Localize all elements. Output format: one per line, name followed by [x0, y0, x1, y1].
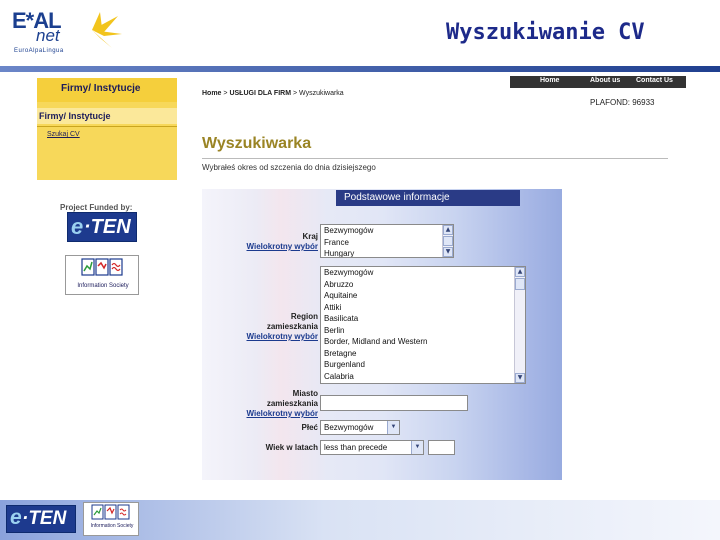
breadcrumb-separator: > — [292, 90, 298, 97]
sidebar-header: Firmy/ Instytucje — [37, 78, 177, 102]
sidebar-menu: Firmy/ Instytucje Szukaj CV — [37, 102, 177, 180]
chevron-down-icon[interactable]: ▼ — [387, 421, 399, 434]
list-item[interactable]: Bezwymogów — [321, 225, 453, 237]
sidebar-divider — [37, 126, 177, 127]
plec-label: Płeć — [301, 423, 318, 432]
breadcrumb-section[interactable]: USŁUGI DLA FIRM — [229, 90, 291, 97]
region-label-line2: zamieszkania — [266, 322, 318, 331]
information-society-icon — [81, 258, 123, 276]
nav-home[interactable]: Home — [540, 77, 559, 84]
list-item[interactable]: Border, Midland and Western — [321, 336, 525, 348]
miasto-label-line2: zamieszkania — [266, 399, 318, 408]
list-item[interactable]: Basilicata — [321, 313, 525, 325]
wiek-select-value: less than precede — [324, 443, 388, 452]
footer-eten-logo: e ·TEN — [6, 505, 76, 533]
breadcrumb-current: Wyszukiwarka — [299, 90, 344, 97]
list-item[interactable]: Burgenland — [321, 359, 525, 371]
list-item[interactable]: Aquitaine — [321, 290, 525, 302]
form-section-header: Podstawowe informacje — [336, 190, 520, 206]
scroll-down-icon[interactable]: ▼ — [515, 373, 525, 383]
sidebar-item-firmy[interactable]: Firmy/ Instytucje — [37, 108, 177, 124]
breadcrumb: Home > USŁUGI DLA FIRM > Wyszukiwarka — [202, 90, 344, 97]
miasto-multi-select-link[interactable]: Wielokrotny wybór — [222, 409, 319, 418]
funded-by-label: Project Funded by: — [60, 203, 133, 212]
chevron-down-icon[interactable]: ▼ — [411, 441, 423, 454]
scroll-thumb[interactable] — [443, 236, 453, 246]
scroll-thumb[interactable] — [515, 278, 525, 290]
top-navigation: Home About us Contact Us — [510, 76, 686, 88]
wiek-select[interactable]: less than precede ▼ — [320, 440, 424, 455]
sidebar-item-szukaj-cv[interactable]: Szukaj CV — [47, 131, 80, 138]
scroll-up-icon[interactable]: ▲ — [443, 225, 453, 235]
nav-about-us[interactable]: About us — [590, 77, 620, 84]
list-item[interactable]: Attiki — [321, 302, 525, 314]
list-item[interactable]: Hungary — [321, 248, 453, 257]
region-scrollbar[interactable]: ▲ ▼ — [514, 267, 525, 383]
eten-logo: e ·TEN — [67, 212, 137, 242]
eten-e-icon: e — [71, 214, 84, 239]
kraj-scrollbar[interactable]: ▲ ▼ — [442, 225, 453, 257]
footer-information-society-logo: Information Society — [83, 502, 139, 536]
nav-contact-us[interactable]: Contact Us — [636, 77, 673, 84]
list-item[interactable]: Berlin — [321, 325, 525, 337]
region-multi-select-link[interactable]: Wielokrotny wybór — [222, 332, 319, 341]
miasto-input[interactable] — [320, 395, 468, 411]
breadcrumb-home[interactable]: Home — [202, 90, 221, 97]
list-item[interactable]: Bezwymogów — [321, 267, 525, 279]
wiek-input[interactable] — [428, 440, 455, 455]
kraj-label: Kraj — [302, 232, 318, 241]
eal-net-logo: E*AL net EuroAlpaLingua — [6, 6, 128, 58]
logo-tagline: EuroAlpaLingua — [14, 48, 64, 54]
miasto-label: Miasto — [292, 389, 318, 398]
list-item[interactable]: Bretagne — [321, 348, 525, 360]
star-burst-icon — [92, 12, 122, 48]
list-item[interactable]: France — [321, 237, 453, 249]
plec-select[interactable]: Bezwymogów ▼ — [320, 420, 400, 435]
plec-select-value: Bezwymogów — [324, 423, 374, 432]
page-subtitle: Wybrałeś okres od szczenia do dnia dzisi… — [202, 158, 668, 172]
footer-information-society-label: Information Society — [90, 523, 134, 529]
list-item[interactable]: Abruzzo — [321, 279, 525, 291]
kraj-listbox[interactable]: Bezwymogów France Hungary ▲ ▼ — [320, 224, 454, 258]
page-title: Wyszukiwarka — [202, 135, 312, 152]
footer-eten-text: ·TEN — [22, 508, 67, 529]
region-listbox[interactable]: Bezwymogów Abruzzo Aquitaine Attiki Basi… — [320, 266, 526, 384]
logo-brand-sub: net — [36, 26, 60, 45]
title-divider — [0, 66, 720, 72]
region-label: Region — [290, 312, 318, 321]
information-society-label: Information Society — [77, 283, 129, 289]
scroll-down-icon[interactable]: ▼ — [443, 247, 453, 257]
information-society-icon — [91, 504, 130, 520]
information-society-logo: Information Society — [65, 255, 139, 295]
breadcrumb-separator: > — [223, 90, 228, 97]
kraj-multi-select-link[interactable]: Wielokrotny wybór — [222, 242, 319, 251]
scroll-up-icon[interactable]: ▲ — [515, 267, 525, 277]
wiek-label: Wiek w latach — [265, 443, 318, 452]
plafond-counter: PLAFOND: 96933 — [590, 98, 655, 107]
eten-e-icon: e — [10, 506, 22, 529]
list-item[interactable]: Calabria — [321, 371, 525, 383]
slide-title: Wyszukiwanie CV — [446, 20, 645, 45]
eten-logo-text: ·TEN — [84, 216, 131, 238]
